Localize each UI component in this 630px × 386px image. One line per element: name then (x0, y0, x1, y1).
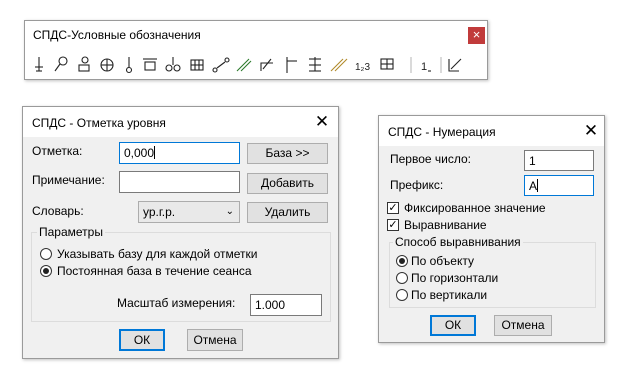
stack-marker-icon[interactable] (309, 57, 321, 72)
option-each-label[interactable]: Указывать базу для каждой отметки (57, 247, 257, 261)
text-caret (537, 179, 539, 192)
grid-hatch-icon[interactable] (190, 59, 204, 71)
by-horizontal-label[interactable]: По горизонтали (411, 271, 498, 285)
option-session-label[interactable]: Постоянная база в течение сеанса (57, 264, 252, 278)
alignment-label[interactable]: Выравнивание (404, 218, 487, 232)
close-icon[interactable]: ✕ (313, 113, 331, 130)
toolbar-close-button[interactable]: × (468, 27, 485, 44)
scale-label: Масштаб измерения: (117, 296, 236, 310)
radio-each-mark[interactable] (40, 248, 52, 260)
mark-input[interactable]: 0,000 (119, 142, 240, 164)
toolbar-title: СПДС-Условные обозначения (33, 28, 201, 42)
ok-button[interactable]: ОК (430, 315, 476, 336)
dictionary-select[interactable]: ур.г.р. ⌄ (138, 201, 240, 223)
mark-label: Отметка: (32, 144, 83, 158)
base-button[interactable]: База >> (247, 143, 328, 164)
level-mark-dialog: СПДС - Отметка уровня ✕ Отметка: 0,000 Б… (22, 106, 339, 359)
symbols-toolbar-window: СПДС-Условные обозначения × 1₂3 1 (24, 20, 488, 80)
by-object-label[interactable]: По объекту (411, 254, 474, 268)
pin-marker-icon[interactable] (125, 57, 133, 74)
cancel-button[interactable]: Отмена (187, 329, 243, 351)
dictionary-label: Словарь: (32, 204, 84, 218)
params-group-title: Параметры (37, 225, 105, 239)
table-marker-icon[interactable] (380, 58, 394, 70)
toolbar-icons-row: 1₂3 1 (31, 55, 481, 75)
alignment-checkbox[interactable]: ✓ (387, 219, 399, 231)
numbering-dialog-title: СПДС - Нумерация (388, 125, 496, 139)
numbering-dialog: СПДС - Нумерация ✕ Первое число: 1 Префи… (378, 115, 605, 343)
text-caret (154, 146, 156, 159)
fixed-value-checkbox[interactable]: ✓ (387, 202, 399, 214)
radio-by-vertical[interactable] (396, 289, 408, 301)
dictionary-select-value: ур.г.р. (143, 205, 176, 219)
first-number-label: Первое число: (390, 152, 471, 166)
svg-text:1: 1 (421, 61, 427, 73)
radio-by-object[interactable] (396, 255, 408, 267)
add-button[interactable]: Добавить (247, 173, 328, 194)
leader-note-icon[interactable] (54, 56, 68, 72)
level-dialog-title: СПДС - Отметка уровня (32, 116, 166, 130)
prefix-label: Префикс: (390, 178, 444, 192)
alignment-method-title: Способ выравнивания (393, 235, 523, 249)
by-vertical-label[interactable]: По вертикали (411, 288, 487, 302)
fixed-value-label[interactable]: Фиксированное значение (404, 201, 546, 215)
node-link-icon[interactable] (212, 57, 230, 73)
scale-input[interactable]: 1.000 (250, 294, 322, 316)
hatch-lines-icon[interactable] (330, 58, 348, 72)
stamp-marker-icon[interactable] (78, 56, 90, 72)
note-label: Примечание: (32, 173, 105, 187)
svg-text:1₂3: 1₂3 (355, 62, 370, 73)
radio-session-base[interactable] (40, 265, 52, 277)
crosshair-circle-icon[interactable] (100, 58, 114, 72)
close-icon: × (472, 27, 481, 42)
close-icon[interactable]: ✕ (582, 122, 600, 139)
numbering-icon[interactable]: 1₂3 (355, 62, 370, 73)
edit-marker-icon[interactable] (448, 58, 462, 72)
first-number-input[interactable]: 1 (524, 150, 594, 171)
chevron-down-icon: ⌄ (225, 206, 234, 217)
prefix-input-value: A (529, 179, 538, 193)
prefix-input[interactable]: A (524, 175, 594, 196)
ok-button[interactable]: ОК (119, 329, 165, 351)
frame-marker-icon[interactable] (143, 58, 157, 71)
flag-marker-icon[interactable] (286, 57, 297, 73)
axis-marker-icon[interactable] (35, 57, 43, 72)
radio-by-horizontal[interactable] (396, 272, 408, 284)
mark-input-value: 0,000 (124, 146, 155, 160)
delete-button[interactable]: Удалить (247, 202, 328, 223)
cancel-button[interactable]: Отмена (494, 315, 552, 336)
level-mark-icon[interactable]: 1 (421, 61, 431, 73)
slope-arrow-icon[interactable] (236, 58, 252, 72)
note-input[interactable] (119, 171, 240, 193)
section-symbol-icon[interactable] (165, 57, 181, 72)
corner-arrow-icon[interactable] (260, 58, 273, 71)
